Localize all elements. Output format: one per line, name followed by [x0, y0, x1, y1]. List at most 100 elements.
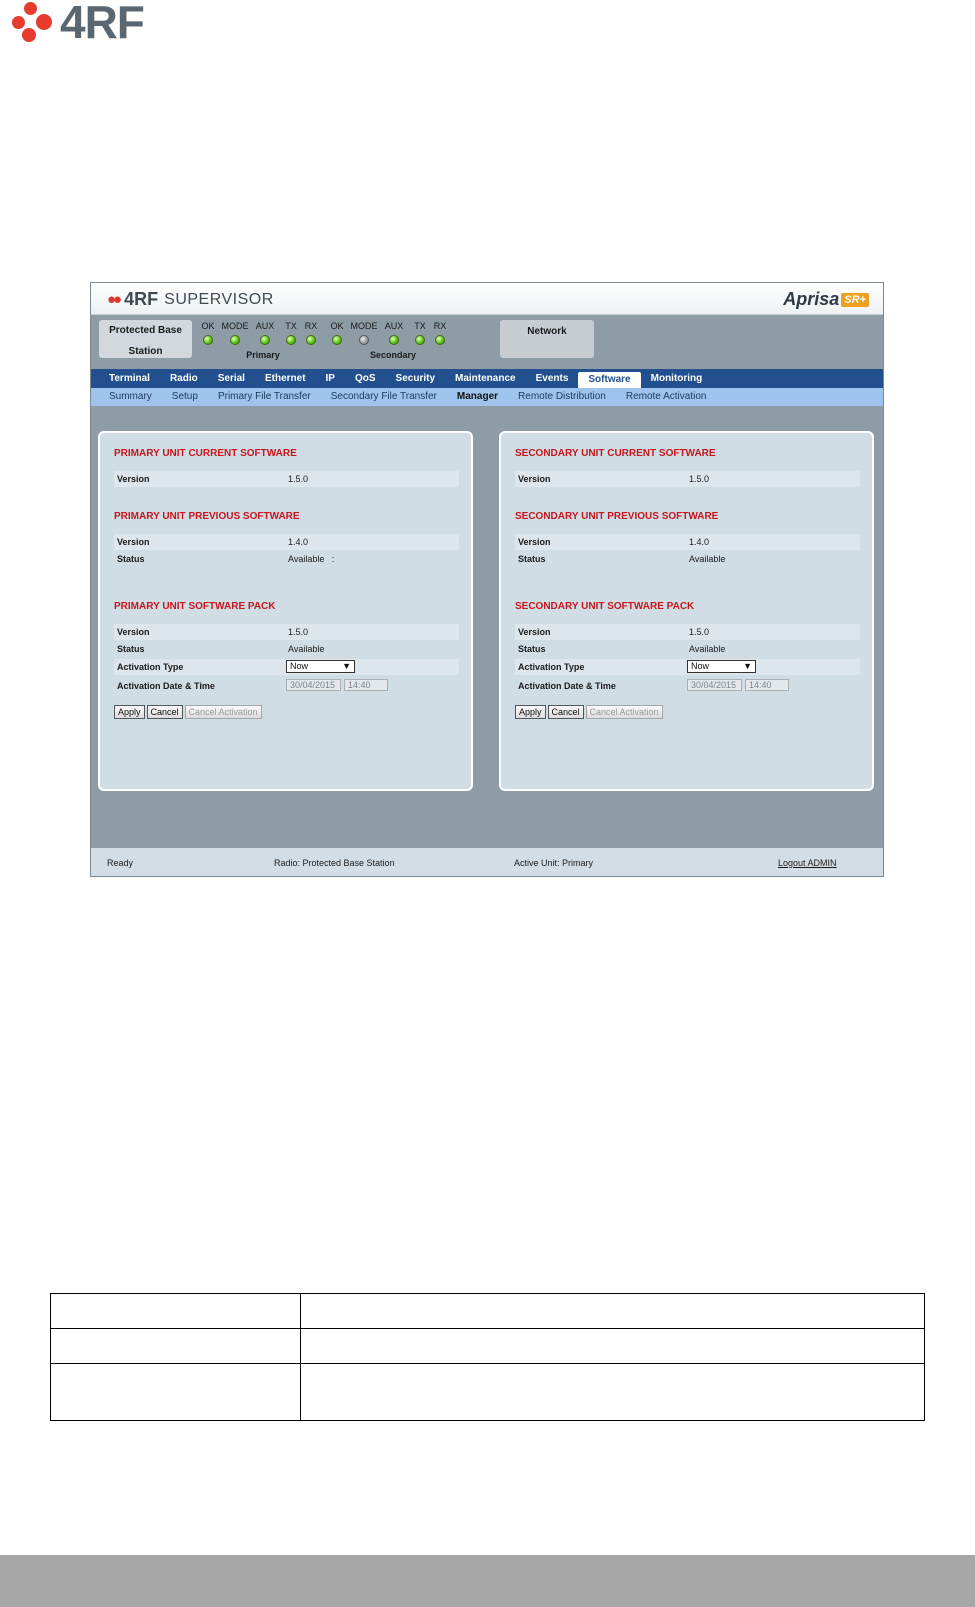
primary-activation-type-row: Activation Type Now ▼	[114, 659, 459, 675]
tab-security[interactable]: Security	[386, 369, 445, 388]
logout-link[interactable]: Logout ADMIN	[778, 858, 837, 868]
cancel-button[interactable]: Cancel	[146, 705, 183, 719]
subtab-manager[interactable]: Manager	[447, 388, 508, 406]
tab-ethernet[interactable]: Ethernet	[255, 369, 316, 388]
field-label: Status	[518, 644, 546, 654]
app-header: ●● 4RF SUPERVISOR Aprisa SR+	[91, 283, 883, 315]
table-cell	[300, 1293, 925, 1329]
led-indicator-icon	[415, 335, 425, 345]
station-line2: Station	[128, 346, 163, 357]
apply-button[interactable]: Apply	[114, 705, 145, 719]
subtab-remote-activation[interactable]: Remote Activation	[616, 388, 717, 406]
select-value: Now	[290, 661, 309, 671]
led-label: RX	[433, 321, 447, 331]
secondary-pack-status-row: Status Available	[515, 641, 860, 657]
secondary-previous-status-row: Status Available	[515, 551, 860, 567]
table-row	[50, 1293, 925, 1329]
tab-monitoring[interactable]: Monitoring	[641, 369, 713, 388]
tab-qos[interactable]: QoS	[345, 369, 386, 388]
led-indicator-icon	[435, 335, 445, 345]
table-cell	[50, 1363, 301, 1421]
status-bar: Ready Radio: Protected Base Station Acti…	[91, 848, 883, 876]
secondary-activation-datetime-row: Activation Date & Time 30/04/2015 14:40	[515, 678, 860, 694]
table-cell	[300, 1363, 925, 1421]
brand-subtitle: SUPERVISOR	[164, 290, 274, 308]
tab-serial[interactable]: Serial	[208, 369, 255, 388]
field-value: Available	[689, 554, 726, 564]
field-value: 1.5.0	[288, 474, 309, 484]
led-ok: OK	[322, 320, 352, 350]
secondary-activation-type-row: Activation Type Now ▼	[515, 659, 860, 675]
station-line1: Protected Base	[109, 325, 182, 336]
field-label: Version	[518, 474, 551, 484]
station-name-box[interactable]: Protected Base Station	[99, 320, 192, 358]
status-radio: Radio: Protected Base Station	[274, 858, 395, 868]
activation-date-input[interactable]: 30/04/2015	[286, 679, 341, 691]
primary-pack-title: PRIMARY UNIT SOFTWARE PACK	[114, 601, 276, 612]
tab-ip[interactable]: IP	[316, 369, 345, 388]
secondary-button-row: Apply Cancel Cancel Activation	[515, 705, 663, 719]
page-logo-text: 4RF	[60, 0, 145, 48]
subtab-primary-file-transfer[interactable]: Primary File Transfer	[208, 388, 321, 406]
tab-software[interactable]: Software	[578, 372, 641, 388]
brand-name: 4RF	[124, 289, 159, 309]
led-label: MODE	[221, 321, 249, 331]
subtab-remote-distribution[interactable]: Remote Distribution	[508, 388, 616, 406]
field-value: 1.5.0	[689, 474, 710, 484]
cancel-activation-button[interactable]: Cancel Activation	[585, 705, 663, 719]
secondary-previous-title: SECONDARY UNIT PREVIOUS SOFTWARE	[515, 511, 719, 522]
activation-type-select[interactable]: Now ▼	[286, 660, 355, 673]
led-indicator-icon	[359, 335, 369, 345]
status-state: Ready	[107, 858, 134, 868]
field-label: Version	[518, 537, 551, 547]
tab-radio[interactable]: Radio	[160, 369, 208, 388]
activation-time-input[interactable]: 14:40	[344, 679, 388, 691]
activation-type-select[interactable]: Now ▼	[687, 660, 756, 673]
primary-pack-status-row: Status Available	[114, 641, 459, 657]
chevron-down-icon: ▼	[743, 661, 752, 671]
secondary-current-version-row: Version 1.5.0	[515, 471, 860, 487]
product-badge: SR+	[841, 292, 869, 307]
4rf-page-logo: 4RF	[10, 0, 145, 48]
led-label: MODE	[350, 321, 378, 331]
document-table	[50, 1293, 925, 1421]
led-mode: MODE	[349, 320, 379, 350]
apply-button[interactable]: Apply	[515, 705, 546, 719]
network-button[interactable]: Network	[500, 320, 594, 358]
field-label: Version	[117, 474, 150, 484]
field-label: Activation Date & Time	[518, 681, 616, 691]
4rf-dots-logo-icon	[10, 0, 54, 44]
led-ok: OK	[193, 320, 223, 350]
field-label: Version	[518, 627, 551, 637]
tab-maintenance[interactable]: Maintenance	[445, 369, 526, 388]
product-logo: Aprisa SR+	[783, 289, 869, 310]
field-value: 1.5.0	[288, 627, 309, 637]
cancel-activation-button[interactable]: Cancel Activation	[184, 705, 262, 719]
field-label: Activation Type	[518, 662, 585, 672]
led-rx: RX	[425, 320, 455, 350]
led-indicator-icon	[332, 335, 342, 345]
primary-previous-title: PRIMARY UNIT PREVIOUS SOFTWARE	[114, 511, 300, 522]
status-active-unit: Active Unit: Primary	[514, 858, 594, 868]
led-label: OK	[201, 321, 215, 331]
subtab-secondary-file-transfer[interactable]: Secondary File Transfer	[321, 388, 447, 406]
primary-caption: Primary	[246, 350, 280, 360]
cancel-button[interactable]: Cancel	[547, 705, 584, 719]
led-mode: MODE	[220, 320, 250, 350]
primary-unit-panel: PRIMARY UNIT CURRENT SOFTWARE Version 1.…	[98, 431, 473, 791]
chevron-down-icon: ▼	[342, 661, 351, 671]
field-value: 1.4.0	[689, 537, 710, 547]
subtab-setup[interactable]: Setup	[162, 388, 208, 406]
field-value: Available	[288, 644, 325, 654]
secondary-current-title: SECONDARY UNIT CURRENT SOFTWARE	[515, 448, 716, 459]
tab-events[interactable]: Events	[526, 369, 579, 388]
led-indicator-icon	[306, 335, 316, 345]
primary-button-row: Apply Cancel Cancel Activation	[114, 705, 262, 719]
field-value: 1.4.0	[288, 537, 309, 547]
supervisor-brand: ●● 4RF SUPERVISOR	[107, 289, 274, 310]
activation-date-input[interactable]: 30/04/2015	[687, 679, 742, 691]
led-indicator-icon	[203, 335, 213, 345]
activation-time-input[interactable]: 14:40	[745, 679, 789, 691]
subtab-summary[interactable]: Summary	[99, 388, 162, 406]
tab-terminal[interactable]: Terminal	[99, 369, 160, 388]
